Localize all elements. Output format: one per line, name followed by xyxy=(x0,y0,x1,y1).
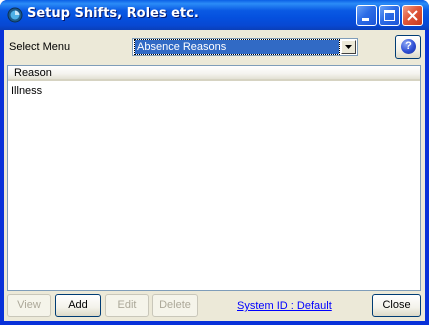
list-header: Reason xyxy=(8,66,420,81)
help-icon: ? xyxy=(401,39,416,54)
select-menu-dropdown[interactable]: Absence Reasons xyxy=(132,38,358,56)
edit-button[interactable]: Edit xyxy=(105,294,149,317)
select-menu-value: Absence Reasons xyxy=(134,39,340,55)
list-item[interactable]: Illness xyxy=(11,84,42,98)
close-button[interactable]: Close xyxy=(372,294,421,317)
minimize-button[interactable] xyxy=(356,5,377,26)
minimize-icon xyxy=(362,18,369,21)
dropdown-button[interactable] xyxy=(341,40,356,54)
chevron-down-icon xyxy=(345,45,352,49)
window-frame-bottom xyxy=(0,321,429,325)
help-button[interactable]: ? xyxy=(395,35,421,59)
title-bar[interactable]: Setup Shifts, Roles etc. xyxy=(0,0,429,30)
add-button[interactable]: Add xyxy=(55,294,101,317)
app-icon xyxy=(7,7,23,23)
close-window-button[interactable] xyxy=(402,5,423,26)
column-header-reason[interactable]: Reason xyxy=(14,67,52,79)
maximize-button[interactable] xyxy=(379,5,400,26)
view-button[interactable]: View xyxy=(7,294,51,317)
app-window: Setup Shifts, Roles etc. Select Menu Abs… xyxy=(0,0,429,325)
client-area: Select Menu Absence Reasons ? Reason Ill… xyxy=(4,30,425,321)
maximize-icon xyxy=(384,10,395,21)
select-menu-label: Select Menu xyxy=(9,41,71,53)
reason-list[interactable]: Reason Illness xyxy=(7,65,421,291)
window-title: Setup Shifts, Roles etc. xyxy=(27,6,199,21)
system-id-link[interactable]: System ID : Default xyxy=(237,300,332,312)
delete-button[interactable]: Delete xyxy=(152,294,198,317)
close-icon xyxy=(407,10,418,21)
